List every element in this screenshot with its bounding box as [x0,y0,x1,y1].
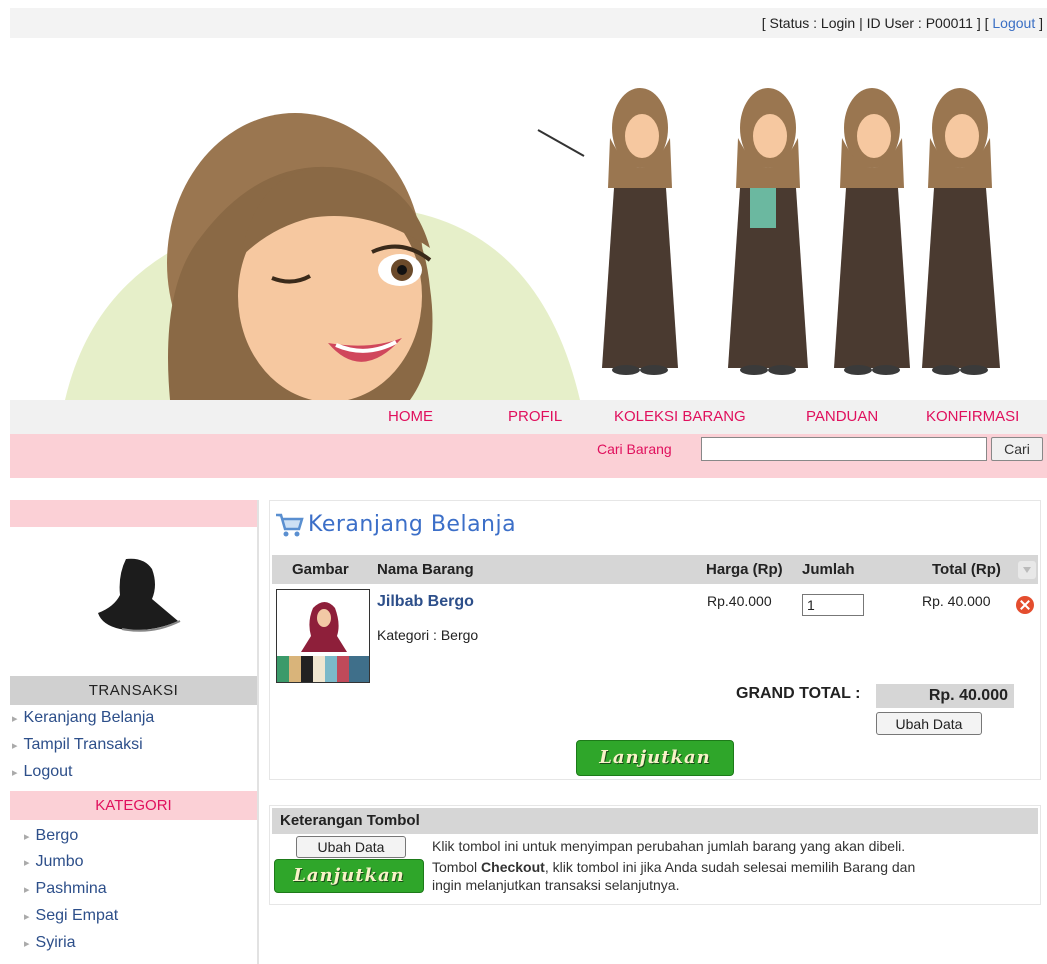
sidebar-item-label: Bergo [35,827,79,844]
arrow-icon: ▸ [12,713,18,725]
info-continue-button[interactable]: Lanjutkan [274,859,424,893]
nav-item-home[interactable]: HOME [388,408,433,425]
sidebar-item-label: Segi Empat [35,907,119,924]
info-update-button[interactable]: Ubah Data [296,836,406,858]
search-bar: Cari Barang Cari [10,434,1047,478]
status-bar: [ Status : Login | ID User : P00011 ] [ … [10,8,1047,38]
col-jumlah: Jumlah [802,561,855,578]
sidebar-item-label: Tampil Transaksi [23,736,143,753]
main-nav: HOME PROFIL KOLEKSI BARANG PANDUAN KONFI… [10,400,1047,434]
grand-total-label: GRAND TOTAL : [736,685,861,702]
col-harga: Harga (Rp) [706,561,783,578]
quantity-input[interactable] [802,594,864,616]
delete-icon[interactable] [1016,596,1034,614]
status-close: ] [1035,15,1043,31]
continue-desc-part: , klik tombol ini jika Anda sudah selesa… [544,859,916,875]
nav-item-profil[interactable]: PROFIL [508,408,562,425]
col-gambar: Gambar [292,561,349,578]
sort-icon[interactable] [1018,561,1036,579]
sidebar-item-keranjang-belanja[interactable]: ▸ Keranjang Belanja [12,709,154,727]
sidebar-item-label: Logout [23,763,73,780]
arrow-icon: ▸ [24,884,30,896]
continue-desc-part: Tombol [432,859,482,875]
transaksi-heading: TRANSAKSI [10,676,257,705]
sidebar-item-pashmina[interactable]: ▸ Pashmina [24,880,107,898]
cart-table-header: Gambar Nama Barang Harga (Rp) Jumlah Tot… [272,555,1038,584]
button-info-heading: Keterangan Tombol [272,808,1038,834]
sidebar-item-logout[interactable]: ▸ Logout [12,763,72,781]
arrow-icon: ▸ [24,831,30,843]
col-total: Total (Rp) [932,561,1001,578]
nav-item-koleksi-barang[interactable]: KOLEKSI BARANG [614,408,746,425]
header-banner [10,38,1047,400]
product-category: Kategori : Bergo [377,627,479,643]
sidebar: TRANSAKSI ▸ Keranjang Belanja ▸ Tampil Tra… [10,500,259,964]
update-button[interactable]: Ubah Data [876,712,982,735]
search-button[interactable]: Cari [991,437,1043,461]
update-description: Klik tombol ini untuk menyimpan perubaha… [432,838,906,854]
cart-title-text: Keranjang Belanja [308,512,517,537]
shopping-cart-icon [276,513,304,537]
arrow-icon: ▸ [12,740,18,752]
kategori-heading: KATEGORI [10,791,257,820]
banner-illustration [65,88,1000,400]
search-input[interactable] [701,437,987,461]
col-nama-barang: Nama Barang [377,561,474,578]
sidebar-item-label: Pashmina [35,880,107,897]
sidebar-item-tampil-transaksi[interactable]: ▸ Tampil Transaksi [12,736,143,754]
logout-link[interactable]: Logout [992,15,1035,31]
cart-panel: Keranjang Belanja Gambar Nama Barang Har… [269,500,1041,780]
status-text: [ Status : Login | ID User : P00011 ] [ [761,15,993,31]
checkout-term: Checkout [481,859,545,875]
product-name-link[interactable]: Jilbab Bergo [377,593,474,611]
continue-description: Tombol Checkout, klik tombol ini jika An… [432,859,915,875]
sidebar-item-label: Jumbo [35,853,84,870]
product-total: Rp. 40.000 [922,593,991,609]
nav-item-panduan[interactable]: PANDUAN [806,408,878,425]
sidebar-item-bergo[interactable]: ▸ Bergo [24,827,78,845]
sidebar-item-jumbo[interactable]: ▸ Jumbo [24,853,84,871]
button-info-panel: Keterangan Tombol Ubah Data Klik tombol … [269,805,1041,905]
sidebar-item-label: Keranjang Belanja [23,709,155,726]
grand-total-value: Rp. 40.000 [876,684,1014,708]
sidebar-item-label: Syiria [35,934,76,951]
arrow-icon: ▸ [24,911,30,923]
arrow-icon: ▸ [12,767,18,779]
product-price: Rp.40.000 [707,593,772,609]
product-image [276,589,370,683]
continue-button[interactable]: Lanjutkan [576,740,734,776]
nav-item-konfirmasi[interactable]: KONFIRMASI [926,408,1019,425]
search-label: Cari Barang [597,441,672,457]
sidebar-top-bar [10,500,257,527]
sidebar-item-syiria[interactable]: ▸ Syiria [24,934,76,952]
arrow-icon: ▸ [24,938,30,950]
hijab-logo-icon [98,558,181,632]
arrow-icon: ▸ [24,857,30,869]
sidebar-item-segi-empat[interactable]: ▸ Segi Empat [24,907,118,925]
continue-description-line2: ingin melanjutkan transaksi selanjutnya. [432,877,680,893]
